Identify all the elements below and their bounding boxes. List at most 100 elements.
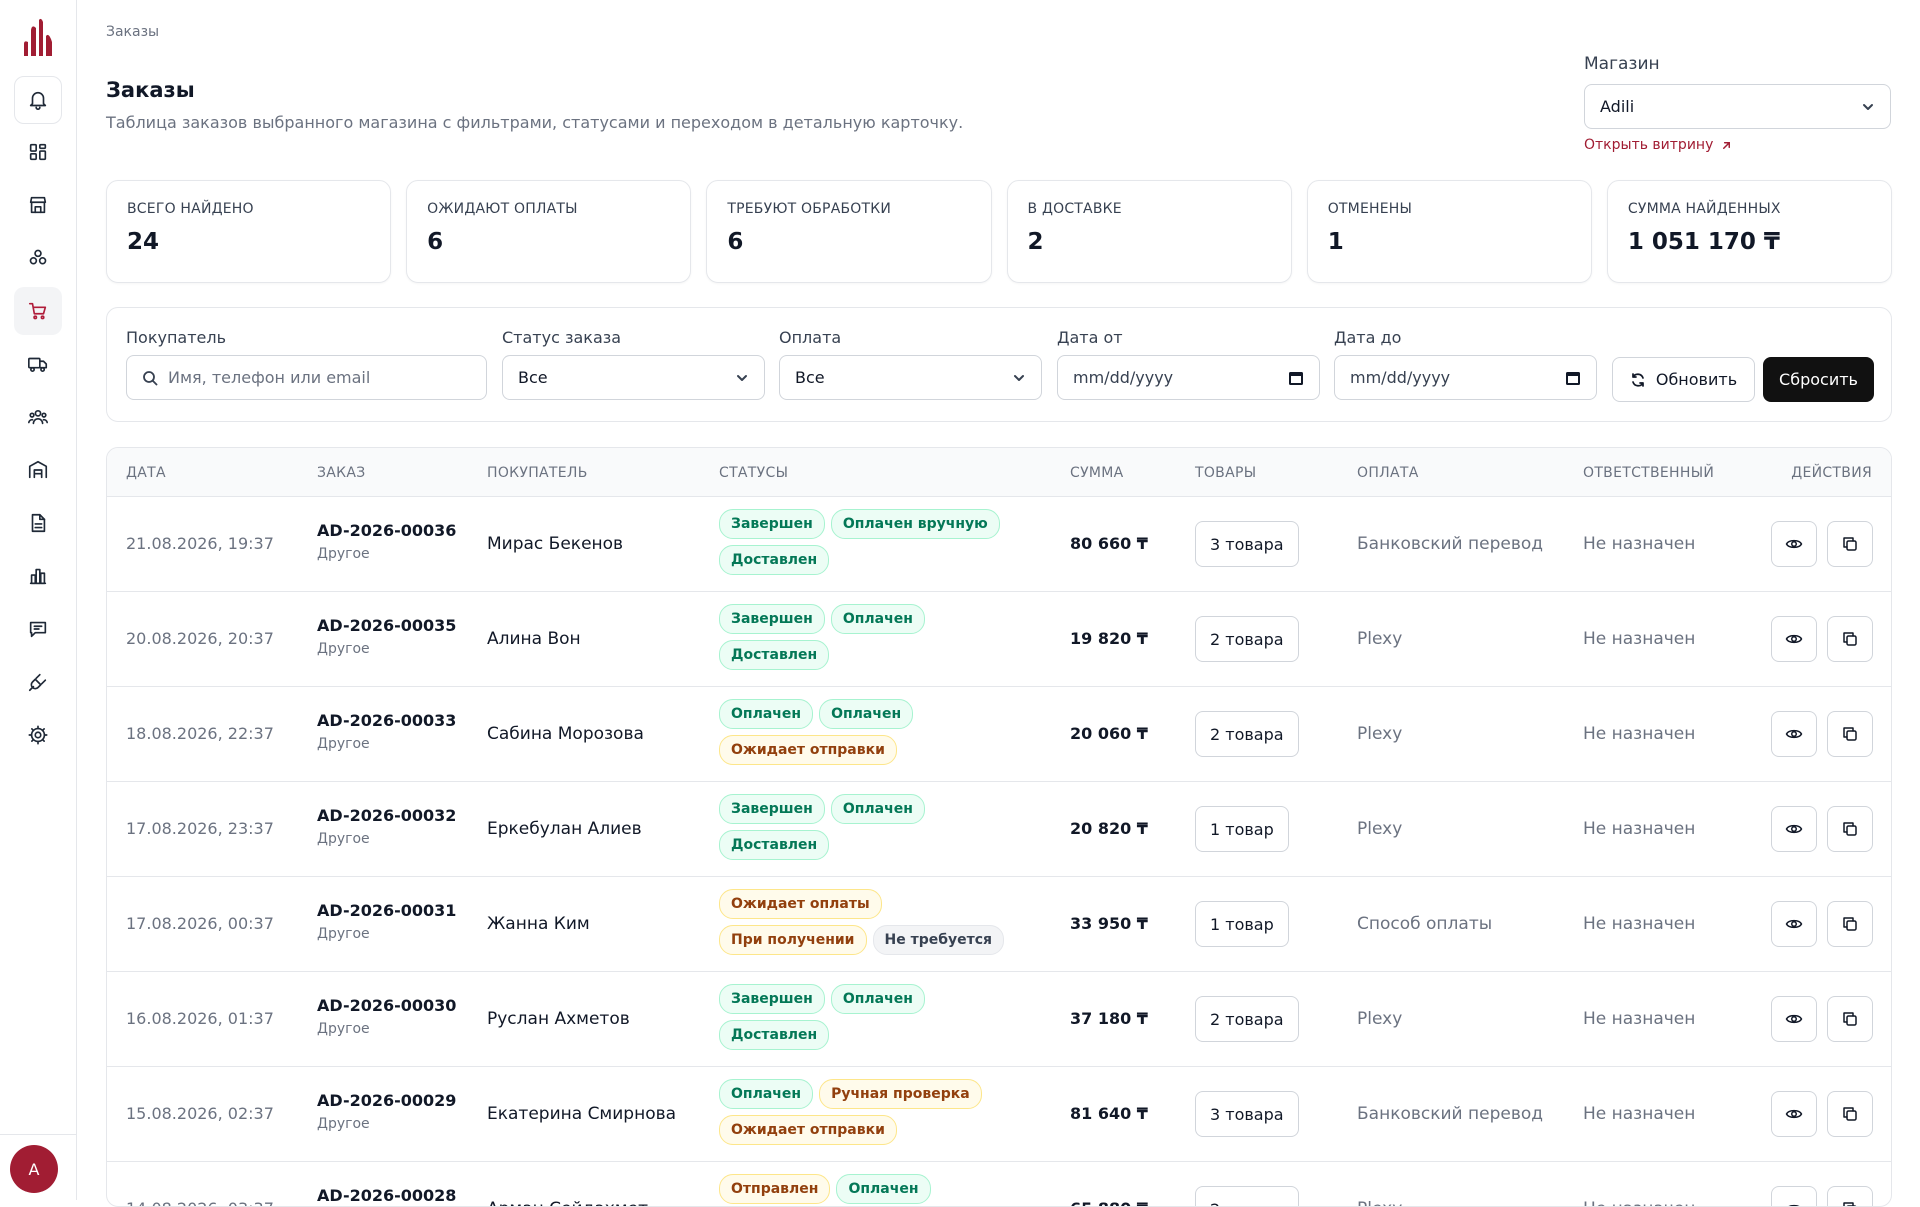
sidebar-item-bar-chart[interactable] <box>14 552 62 600</box>
order-number[interactable]: AD-2026-00030 <box>317 996 456 1015</box>
table-row[interactable]: 17.08.2026, 00:37AD-2026-00031ДругоеЖанн… <box>107 877 1891 972</box>
order-number[interactable]: AD-2026-00031 <box>317 901 456 920</box>
date-from-input[interactable]: mm/dd/yyyy <box>1057 355 1320 400</box>
store-select[interactable]: Adili <box>1584 84 1891 129</box>
table-row[interactable]: 18.08.2026, 22:37AD-2026-00033ДругоеСаби… <box>107 687 1891 782</box>
sidebar-item-document[interactable] <box>14 499 62 547</box>
goods-button[interactable]: 2 товара <box>1195 616 1299 662</box>
reset-button[interactable]: Сбросить <box>1763 357 1874 402</box>
sidebar-item-bell[interactable] <box>14 76 62 124</box>
open-storefront-link[interactable]: Открыть витрину <box>1584 137 1732 153</box>
sidebar-item-plug[interactable] <box>14 658 62 706</box>
column-header[interactable]: ДАТА <box>126 465 166 481</box>
boxes-icon <box>27 247 49 269</box>
status-select[interactable]: Все <box>502 355 765 400</box>
breadcrumb[interactable]: Заказы <box>106 24 159 40</box>
sidebar-item-cart[interactable] <box>14 287 62 335</box>
payment-method: Plexy <box>1357 1199 1402 1207</box>
date-from-filter: Дата от mm/dd/yyyy <box>1057 328 1320 400</box>
goods-button[interactable]: 3 товара <box>1195 1091 1299 1137</box>
column-header[interactable]: ТОВАРЫ <box>1195 465 1256 481</box>
sidebar-item-store[interactable] <box>14 181 62 229</box>
table-row[interactable]: 14.08.2026, 03:37AD-2026-00028ДругоеАрма… <box>107 1162 1891 1207</box>
table-row[interactable]: 21.08.2026, 19:37AD-2026-00036ДругоеМира… <box>107 497 1891 592</box>
status-badges: ОплаченОплаченОжидает отправки <box>719 699 1009 765</box>
avatar[interactable]: A <box>10 1145 58 1193</box>
copy-button[interactable] <box>1827 521 1873 567</box>
sidebar-footer: A <box>0 1134 77 1200</box>
view-button[interactable] <box>1771 1091 1817 1137</box>
order-sum: 65 880 ₸ <box>1070 1199 1148 1207</box>
column-header[interactable]: ОТВЕТСТВЕННЫЙ <box>1583 465 1714 481</box>
order-source: Другое <box>317 1116 456 1132</box>
date-to-input[interactable]: mm/dd/yyyy <box>1334 355 1597 400</box>
refresh-button[interactable]: Обновить <box>1612 357 1755 402</box>
order-number[interactable]: AD-2026-00036 <box>317 521 456 540</box>
payment-select[interactable]: Все <box>779 355 1042 400</box>
status-badges: Ожидает оплатыПри полученииНе требуется <box>719 889 1009 955</box>
users-icon <box>27 406 49 428</box>
column-header[interactable]: СУММА <box>1070 465 1124 481</box>
stat-label: ОЖИДАЮТ ОПЛАТЫ <box>427 201 670 217</box>
table-row[interactable]: 20.08.2026, 20:37AD-2026-00035ДругоеАлин… <box>107 592 1891 687</box>
payment-method: Plexy <box>1357 1009 1402 1029</box>
order-number[interactable]: AD-2026-00035 <box>317 616 456 635</box>
view-button[interactable] <box>1771 996 1817 1042</box>
sidebar-item-truck[interactable] <box>14 340 62 388</box>
goods-button[interactable]: 3 товара <box>1195 521 1299 567</box>
column-header[interactable]: ПОКУПАТЕЛЬ <box>487 465 588 481</box>
copy-button[interactable] <box>1827 806 1873 852</box>
gear-icon <box>27 724 49 746</box>
sidebar-item-dashboard[interactable] <box>14 128 62 176</box>
table-row[interactable]: 15.08.2026, 02:37AD-2026-00029ДругоеЕкат… <box>107 1067 1891 1162</box>
goods-button[interactable]: 1 товар <box>1195 806 1289 852</box>
buyer-search-input[interactable]: Имя, телефон или email <box>126 355 487 400</box>
table-row[interactable]: 16.08.2026, 01:37AD-2026-00030ДругоеРусл… <box>107 972 1891 1067</box>
view-button[interactable] <box>1771 711 1817 757</box>
calendar-icon[interactable] <box>1565 370 1581 386</box>
calendar-icon[interactable] <box>1288 370 1304 386</box>
goods-button[interactable]: 1 товар <box>1195 901 1289 947</box>
status-badge: Доставлен <box>719 830 829 860</box>
copy-button[interactable] <box>1827 711 1873 757</box>
eye-icon <box>1785 820 1803 838</box>
table-row[interactable]: 17.08.2026, 23:37AD-2026-00032ДругоеЕрке… <box>107 782 1891 877</box>
order-date: 20.08.2026, 20:37 <box>126 629 274 648</box>
column-header[interactable]: ДЕЙСТВИЯ <box>1791 465 1872 481</box>
view-button[interactable] <box>1771 521 1817 567</box>
store-select-value: Adili <box>1600 97 1634 116</box>
buyer-search-placeholder: Имя, телефон или email <box>168 368 370 387</box>
column-header[interactable]: ОПЛАТА <box>1357 465 1419 481</box>
status-badge: Оплачен <box>831 604 925 634</box>
view-button[interactable] <box>1771 806 1817 852</box>
order-number[interactable]: AD-2026-00028 <box>317 1186 456 1205</box>
order-number[interactable]: AD-2026-00029 <box>317 1091 456 1110</box>
goods-button[interactable]: 2 товара <box>1195 711 1299 757</box>
sidebar-item-boxes[interactable] <box>14 234 62 282</box>
order-cell: AD-2026-00030Другое <box>317 996 456 1037</box>
copy-button[interactable] <box>1827 616 1873 662</box>
sidebar-item-warehouse[interactable] <box>14 446 62 494</box>
view-button[interactable] <box>1771 901 1817 947</box>
buyer-name: Екатерина Смирнова <box>487 1104 676 1124</box>
goods-button[interactable]: 2 товара <box>1195 1186 1299 1207</box>
responsible: Не назначен <box>1583 534 1695 554</box>
order-cell: AD-2026-00029 Другое <box>317 1091 456 1132</box>
sidebar-item-users[interactable] <box>14 393 62 441</box>
copy-button[interactable] <box>1827 1091 1873 1137</box>
sidebar-item-message[interactable] <box>14 605 62 653</box>
copy-button[interactable] <box>1827 996 1873 1042</box>
sidebar-item-gear[interactable] <box>14 711 62 759</box>
copy-button[interactable] <box>1827 1186 1873 1207</box>
order-number[interactable]: AD-2026-00032 <box>317 806 456 825</box>
view-button[interactable] <box>1771 1186 1817 1207</box>
stat-value: 1 <box>1328 229 1571 255</box>
logo-icon[interactable] <box>22 18 54 56</box>
view-button[interactable] <box>1771 616 1817 662</box>
column-header[interactable]: СТАТУСЫ <box>719 465 788 481</box>
order-number[interactable]: AD-2026-00033 <box>317 711 456 730</box>
column-header[interactable]: ЗАКАЗ <box>317 465 366 481</box>
goods-button[interactable]: 2 товара <box>1195 996 1299 1042</box>
eye-icon <box>1785 1010 1803 1028</box>
copy-button[interactable] <box>1827 901 1873 947</box>
